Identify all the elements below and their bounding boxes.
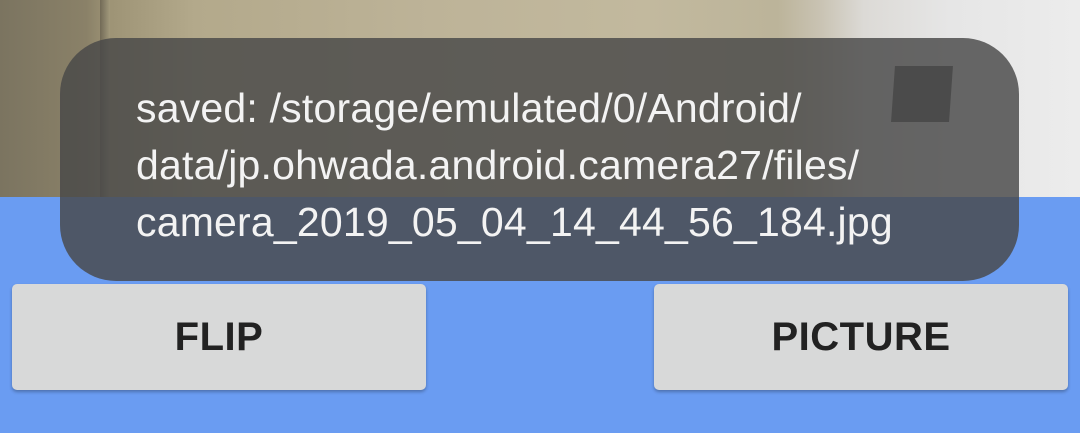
camera-screen: saved: /storage/emulated/0/Android/ data… [0,0,1080,433]
toast-message: saved: /storage/emulated/0/Android/ data… [136,85,893,245]
flip-button[interactable]: FLIP [12,284,426,390]
saved-toast: saved: /storage/emulated/0/Android/ data… [60,38,1019,281]
picture-button[interactable]: PICTURE [654,284,1068,390]
